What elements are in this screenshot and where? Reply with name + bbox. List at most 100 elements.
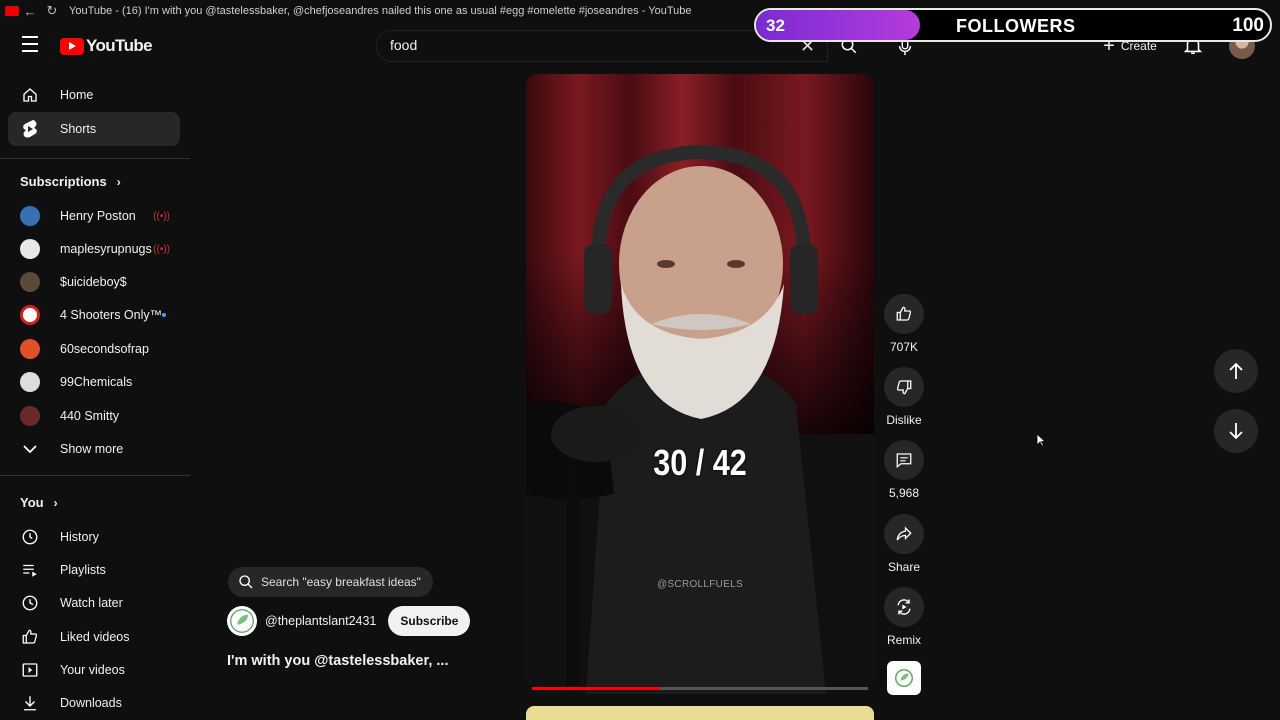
next-short-button[interactable] — [1214, 409, 1258, 453]
sub-label: 99Chemicals — [60, 375, 133, 389]
follower-goal: 100 — [1232, 15, 1264, 36]
sidebar-item-label: Home — [60, 88, 94, 102]
follower-count: 32 — [766, 16, 785, 35]
you-heading[interactable]: You › — [20, 495, 58, 510]
follower-goal-overlay: 32 FOLLOWERS 100 — [754, 8, 1272, 42]
avatar — [20, 305, 40, 325]
sidebar-item-label: Liked videos — [60, 630, 130, 644]
you-title: You — [20, 495, 44, 510]
share-label: Share — [887, 560, 921, 574]
video-progress-fill — [532, 687, 660, 690]
leaf-logo-icon — [230, 609, 254, 633]
show-more-button[interactable]: Show more — [8, 432, 180, 466]
watch-later-icon — [20, 593, 40, 613]
subscriptions-title: Subscriptions — [20, 174, 107, 189]
channel-name-link[interactable]: @theplantslant2431 — [265, 614, 376, 628]
comments-button[interactable]: 5,968 — [884, 440, 924, 500]
like-count: 707K — [889, 340, 919, 354]
menu-icon[interactable] — [18, 36, 42, 54]
sidebar-divider — [0, 158, 190, 159]
search-input[interactable] — [390, 37, 790, 53]
sidebar-sub-henry-poston[interactable]: Henry Poston ((•)) — [8, 199, 180, 233]
chevron-down-icon — [20, 439, 40, 459]
sidebar-item-shorts[interactable]: Shorts — [8, 112, 180, 146]
subscribe-button[interactable]: Subscribe — [388, 606, 471, 636]
live-icon: ((•)) — [153, 243, 170, 255]
sidebar-sub-99chemicals[interactable]: 99Chemicals — [8, 365, 180, 399]
sidebar-sub-60secondsofrap[interactable]: 60secondsofrap — [8, 332, 180, 366]
dislike-label: Dislike — [886, 413, 922, 427]
sidebar-item-history[interactable]: History — [8, 520, 180, 554]
chevron-right-icon: › — [116, 174, 121, 189]
dislike-button[interactable]: Dislike — [884, 367, 924, 427]
sidebar-item-your-videos[interactable]: Your videos — [8, 653, 180, 687]
sidebar-item-watch-later[interactable]: Watch later — [8, 586, 180, 620]
avatar — [20, 206, 40, 226]
video-frame-image — [526, 74, 874, 694]
sidebar-divider — [0, 475, 190, 476]
youtube-play-icon — [60, 37, 84, 55]
sidebar-item-label: Playlists — [60, 563, 106, 577]
chevron-right-icon: › — [53, 495, 58, 510]
sidebar-item-playlists[interactable]: Playlists — [8, 553, 180, 587]
remix-button[interactable]: Remix — [884, 587, 924, 647]
back-icon[interactable]: ← — [19, 4, 41, 19]
thumbs-down-icon — [896, 380, 912, 395]
your-videos-icon — [20, 660, 40, 680]
search-icon — [239, 575, 253, 589]
sidebar-item-home[interactable]: Home — [8, 78, 180, 112]
like-button[interactable]: 707K — [884, 294, 924, 354]
video-progress-bar[interactable] — [532, 687, 868, 690]
arrow-up-icon — [1229, 362, 1243, 379]
sidebar-item-label: Watch later — [60, 596, 123, 610]
sidebar-item-label: Your videos — [60, 663, 125, 677]
counter-overlay-text: 30 / 42 — [653, 442, 747, 483]
arrow-down-icon — [1229, 423, 1243, 440]
downloads-icon — [20, 693, 40, 713]
share-icon — [896, 526, 912, 541]
sidebar-item-label: Downloads — [60, 696, 122, 710]
search-chip-label: Search "easy breakfast ideas" — [261, 575, 421, 589]
video-watermark: @SCROLLFUELS — [657, 579, 743, 590]
sidebar-sub-440-smitty[interactable]: 440 Smitty — [8, 399, 180, 433]
sub-label: 60secondsofrap — [60, 342, 149, 356]
youtube-logo[interactable]: YouTube — [60, 36, 153, 56]
channel-row: @theplantslant2431 Subscribe — [227, 606, 471, 636]
share-button[interactable]: Share — [884, 514, 924, 574]
liked-icon — [20, 627, 40, 647]
sidebar-sub-maplesyrupnugs[interactable]: maplesyrupnugs ((•)) — [8, 232, 180, 266]
avatar — [20, 272, 40, 292]
sidebar-item-label: Shorts — [60, 122, 97, 136]
sub-label: 440 Smitty — [60, 409, 120, 423]
next-short-preview[interactable] — [526, 706, 874, 720]
history-icon — [20, 527, 40, 547]
channel-thumbnail[interactable] — [887, 661, 921, 695]
related-search-chip[interactable]: Search "easy breakfast ideas" — [228, 567, 433, 597]
sub-label: 4 Shooters Only™ — [60, 308, 163, 322]
sub-label: $uicideboy$ — [60, 275, 127, 289]
reload-icon[interactable]: ↻ — [41, 3, 63, 19]
sidebar-item-liked-videos[interactable]: Liked videos — [8, 620, 180, 654]
sub-label: maplesyrupnugs — [60, 242, 152, 256]
sidebar-sub-4-shooters-only[interactable]: 4 Shooters Only™ — [8, 298, 180, 332]
youtube-favicon-icon — [5, 6, 19, 16]
live-icon: ((•)) — [153, 210, 170, 222]
thumbs-up-icon — [896, 306, 912, 321]
channel-avatar[interactable] — [227, 606, 257, 636]
previous-short-button[interactable] — [1214, 349, 1258, 393]
short-video-player[interactable]: 30 / 42 @SCROLLFUELS — [526, 74, 874, 694]
avatar — [20, 239, 40, 259]
comments-count: 5,968 — [888, 486, 920, 500]
remix-icon — [897, 599, 911, 615]
sidebar-item-label: History — [60, 530, 99, 544]
playlists-icon — [20, 560, 40, 580]
comment-icon — [896, 453, 912, 469]
subscriptions-heading[interactable]: Subscriptions › — [20, 174, 121, 189]
sidebar-sub-suicideboys[interactable]: $uicideboy$ — [8, 265, 180, 299]
short-title[interactable]: I'm with you @tastelessbaker, ... — [227, 653, 448, 669]
leaf-logo-icon — [895, 669, 913, 687]
sidebar-item-downloads[interactable]: Downloads — [8, 686, 180, 720]
home-icon — [20, 85, 40, 105]
logo-text: YouTube — [86, 36, 153, 55]
window-title: YouTube - (16) I'm with you @tastelessba… — [69, 5, 692, 17]
